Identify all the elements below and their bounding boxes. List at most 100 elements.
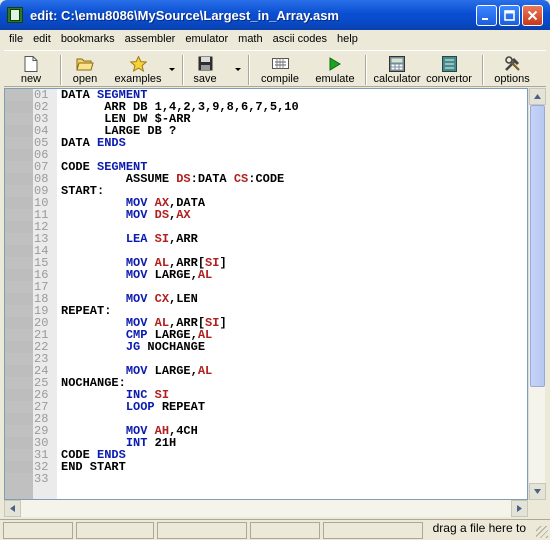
scroll-up-button[interactable] [529,88,546,105]
gutter-line[interactable] [5,173,33,185]
gutter-line[interactable] [5,329,33,341]
status-panel [323,521,423,539]
gutter-line[interactable] [5,257,33,269]
code-token: :DATA [190,172,234,186]
horizontal-scrollbar[interactable] [4,500,528,517]
code-line[interactable]: MOV DS,AX [61,209,299,221]
code-line[interactable]: LEA SI,ARR [61,233,299,245]
code-register: DS [154,208,170,222]
gutter-line[interactable] [5,305,33,317]
gutter-line[interactable] [5,125,33,137]
code-keyword: LOOP [125,400,155,414]
title-bar[interactable]: edit: C:\emu8086\MySource\Largest_in_Arr… [0,0,550,30]
code-keyword: LEA [125,232,148,246]
gutter-line[interactable] [5,221,33,233]
code-line[interactable]: END START [61,461,299,473]
convertor-label: convertor [426,73,472,85]
code-line[interactable]: DATA ENDS [61,137,299,149]
gutter-line[interactable] [5,209,33,221]
gutter-line[interactable] [5,425,33,437]
arrow-up-icon [534,94,541,99]
save-button[interactable]: save [192,52,218,87]
gutter-line[interactable] [5,461,33,473]
maximize-button[interactable] [499,5,520,26]
gutter-line[interactable] [5,413,33,425]
new-button[interactable]: new [18,52,44,87]
gutter-line[interactable] [5,449,33,461]
emulate-button[interactable]: emulate [314,52,356,87]
scroll-right-button[interactable] [511,500,528,517]
code-line[interactable] [61,473,299,485]
save-dropdown-icon[interactable] [235,68,241,71]
emulate-label: emulate [315,73,355,85]
gutter-line[interactable] [5,293,33,305]
new-label: new [20,73,42,85]
gutter-line[interactable] [5,233,33,245]
gutter-line[interactable] [5,389,33,401]
tools-icon [503,55,521,72]
vertical-scrollbar[interactable] [528,88,546,500]
open-button[interactable]: open [70,52,100,87]
code-line[interactable]: LOOP REPEAT [61,401,299,413]
toolbar: new open examples save compile emulate c… [4,50,546,87]
calculator-button[interactable]: calculator [372,52,422,87]
status-panel [3,521,73,539]
options-label: options [494,73,530,85]
compile-button[interactable]: compile [260,52,300,87]
gutter-line[interactable] [5,281,33,293]
toolbar-separator [482,55,484,85]
scroll-left-button[interactable] [4,500,21,517]
gutter-line[interactable] [5,401,33,413]
code-line[interactable]: MOV LARGE,AL [61,269,299,281]
code-token: ] [219,256,227,270]
code-token: ] [219,316,227,330]
line-number: 33 [34,472,49,486]
menu-item[interactable]: file [4,33,28,45]
gutter-line[interactable] [5,317,33,329]
menu-item[interactable]: help [332,33,363,45]
code-keyword: MOV [125,208,148,222]
menu-item[interactable]: edit [28,33,56,45]
gutter-line[interactable] [5,113,33,125]
gutter-line[interactable] [5,365,33,377]
gutter-line[interactable] [5,437,33,449]
gutter-line[interactable] [5,161,33,173]
vertical-scroll-thumb[interactable] [530,105,545,387]
close-button[interactable] [522,5,543,26]
gutter-line[interactable] [5,197,33,209]
gutter-line[interactable] [5,137,33,149]
gutter-line[interactable] [5,101,33,113]
resize-grip[interactable] [536,526,548,538]
toolbar-separator [60,55,62,85]
code-keyword: MOV [125,292,148,306]
gutter-line[interactable] [5,353,33,365]
examples-dropdown-icon[interactable] [169,68,175,71]
menu-item[interactable]: emulator [180,33,233,45]
menu-item[interactable]: bookmarks [56,33,120,45]
compile-icon [271,55,289,72]
code-token: 21H [147,436,177,450]
scroll-down-button[interactable] [529,483,546,500]
gutter-line[interactable] [5,473,33,485]
gutter-line[interactable] [5,269,33,281]
play-icon [326,55,344,72]
gutter-line[interactable] [5,185,33,197]
code-line[interactable]: JG NOCHANGE [61,341,299,353]
gutter-line[interactable] [5,377,33,389]
options-button[interactable]: options [492,52,532,87]
minimize-button[interactable] [476,5,497,26]
menu-item[interactable]: ascii codes [268,33,332,45]
menu-item[interactable]: math [233,33,267,45]
minimize-icon [482,18,488,20]
gutter-line[interactable] [5,149,33,161]
menu-item[interactable]: assembler [120,33,181,45]
convertor-button[interactable]: convertor [424,52,474,87]
gutter-line[interactable] [5,89,33,101]
code-text[interactable]: DATA SEGMENT ARR DB 1,4,2,3,9,8,6,7,5,10… [61,89,299,485]
code-editor[interactable]: 01 02 03 04 05 06 07 08 09 10 11 12 13 14 15 16 17 18 19 20… [4,88,528,500]
gutter-line[interactable] [5,341,33,353]
examples-button[interactable]: examples [114,52,162,87]
gutter-line[interactable] [5,245,33,257]
